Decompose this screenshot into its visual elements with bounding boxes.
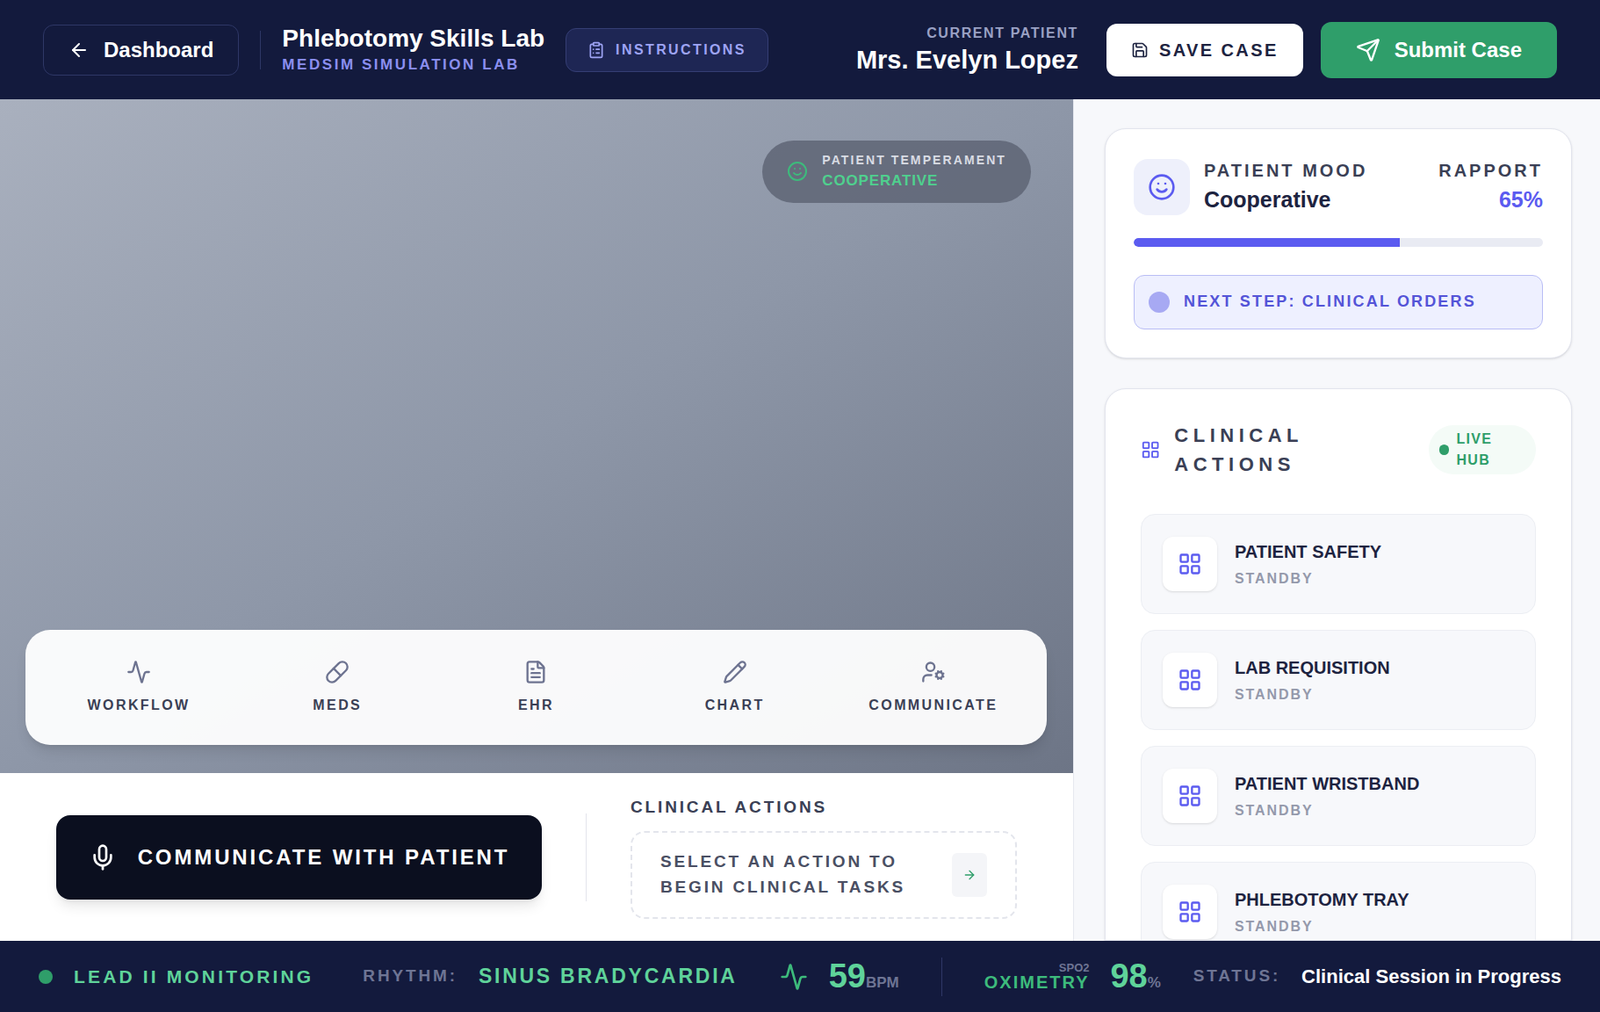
communicate-icon bbox=[921, 659, 946, 685]
grid-icon bbox=[1177, 667, 1203, 692]
mood-card: PATIENT MOODCooperativeRAPPORT65%NEXT ST… bbox=[1104, 128, 1572, 359]
divider bbox=[259, 30, 261, 70]
communicate-button[interactable]: COMMUNICATE WITH PATIENT bbox=[56, 814, 542, 900]
dashboard-button[interactable]: Dashboard bbox=[43, 24, 239, 76]
instructions-button[interactable]: INSTRUCTIONS bbox=[565, 28, 769, 73]
temperament-badge: PATIENT TEMPERAMENTCOOPERATIVE bbox=[762, 140, 1031, 203]
live-badge: LIVE HUB bbox=[1428, 425, 1536, 475]
smile-icon bbox=[786, 160, 808, 182]
tool-button[interactable]: WORKFLOW bbox=[50, 652, 227, 723]
action-item[interactable]: LAB REQUISITIONSTANDBY bbox=[1140, 629, 1536, 730]
ehr-icon bbox=[523, 659, 548, 685]
meds-icon bbox=[324, 659, 350, 685]
lab-title: Phlebotomy Skills LabMEDSIM SIMULATION L… bbox=[281, 22, 545, 77]
clipboard-icon bbox=[587, 41, 606, 59]
rapport-bar bbox=[1133, 237, 1543, 247]
patient-video: PATIENT TEMPERAMENTCOOPERATIVE WORKFLOW ME… bbox=[0, 99, 1074, 773]
send-icon bbox=[1355, 37, 1381, 63]
save-case-button[interactable]: SAVE CASE bbox=[1106, 23, 1304, 77]
workflow-icon bbox=[126, 659, 152, 685]
tool-button[interactable]: COMMUNICATE bbox=[845, 652, 1022, 723]
grid-icon bbox=[1140, 439, 1161, 461]
tool-button[interactable]: EHR bbox=[447, 652, 624, 723]
app: Dashboard Phlebotomy Skills LabMEDSIM SIM… bbox=[0, 0, 1600, 1012]
chart-icon bbox=[722, 659, 748, 685]
microphone-icon bbox=[88, 843, 117, 872]
tool-bar: WORKFLOW MEDS EHR CHART COMMUNICATE bbox=[25, 629, 1047, 745]
action-item[interactable]: PHLEBOTOMY TRAYSTANDBY bbox=[1140, 861, 1536, 942]
mood-icon bbox=[1147, 172, 1176, 202]
right-panel: PATIENT MOODCooperativeRAPPORT65%NEXT ST… bbox=[1073, 99, 1600, 941]
arrow-right-icon bbox=[962, 867, 977, 882]
clinical-prompt: CLINICAL ACTIONSSELECT AN ACTION TO BEGI… bbox=[630, 794, 1017, 919]
header: Dashboard Phlebotomy Skills LabMEDSIM SIM… bbox=[0, 0, 1600, 100]
action-item[interactable]: PATIENT SAFETYSTANDBY bbox=[1140, 513, 1536, 614]
prompt-box[interactable]: SELECT AN ACTION TO BEGIN CLINICAL TASKS bbox=[630, 830, 1017, 919]
next-step: NEXT STEP: CLINICAL ORDERS bbox=[1133, 274, 1543, 330]
status-bar: LEAD II MONITORINGRHYTHM:SINUS BRADYCARD… bbox=[0, 940, 1600, 1012]
grid-icon bbox=[1177, 783, 1203, 808]
divider bbox=[585, 813, 587, 901]
save-icon bbox=[1131, 41, 1149, 59]
grid-icon bbox=[1177, 899, 1203, 924]
action-bar: COMMUNICATE WITH PATIENT CLINICAL ACTIONS… bbox=[0, 772, 1074, 941]
tool-button[interactable]: MEDS bbox=[249, 652, 426, 723]
submit-case-button[interactable]: Submit Case bbox=[1320, 21, 1557, 79]
current-patient: CURRENT PATIENTMrs. Evelyn Lopez bbox=[856, 22, 1079, 76]
tool-button[interactable]: CHART bbox=[647, 652, 823, 723]
actions-card: CLINICAL ACTIONSLIVE HUBPATIENT SAFETYST… bbox=[1104, 388, 1572, 942]
arrow-left-icon bbox=[68, 39, 90, 61]
main-column: PATIENT TEMPERAMENTCOOPERATIVE WORKFLOW ME… bbox=[0, 99, 1074, 941]
grid-icon bbox=[1177, 551, 1203, 577]
action-item[interactable]: PATIENT WRISTBANDSTANDBY bbox=[1140, 745, 1536, 846]
pulse-icon bbox=[779, 962, 808, 991]
